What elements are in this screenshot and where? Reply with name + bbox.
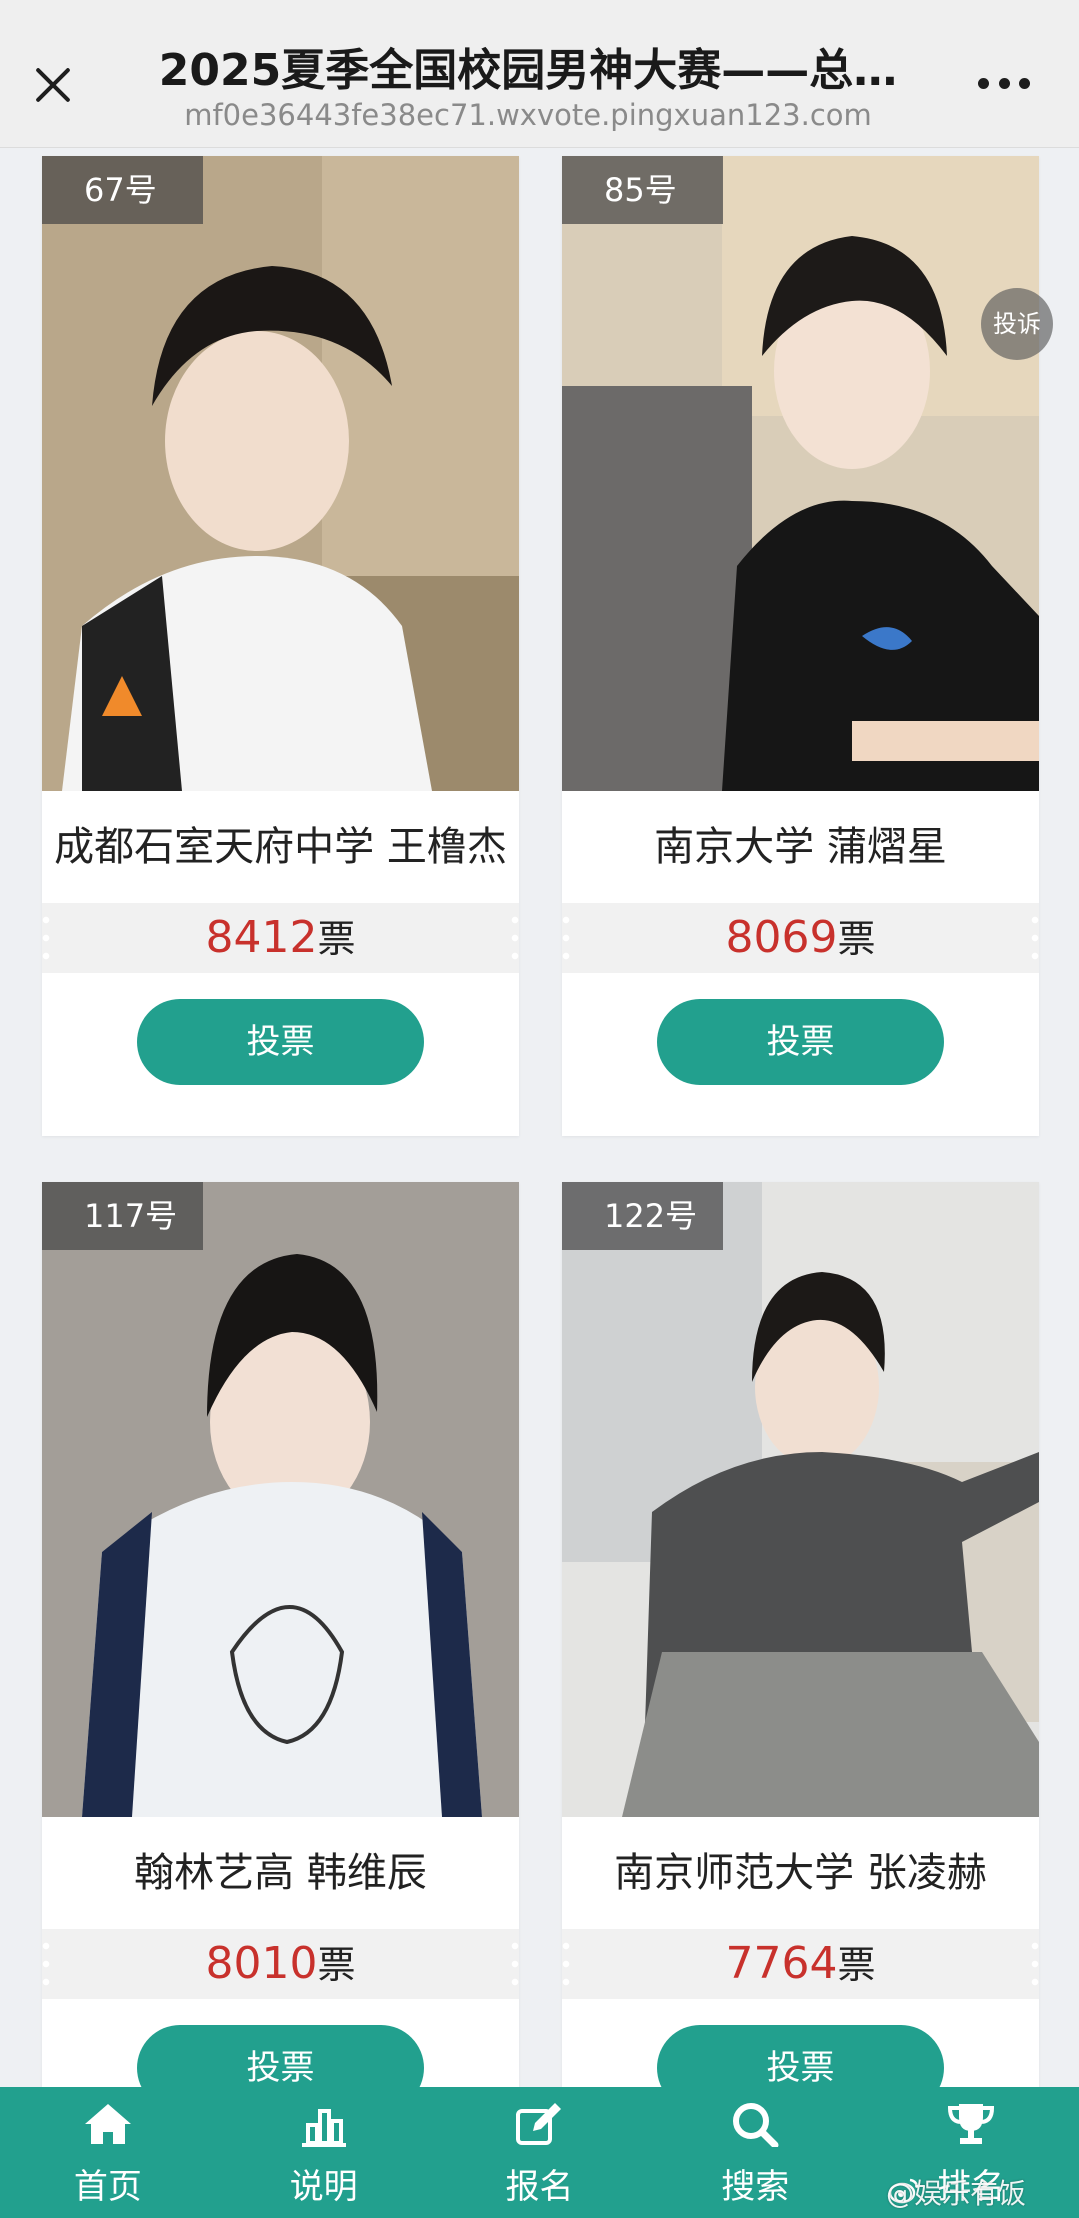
nav-item-register[interactable]: 报名 (432, 2087, 648, 2218)
contestant-number: 122号 (562, 1182, 723, 1250)
watermark: @娱乐有饭 (886, 2177, 1027, 2210)
contestant-number: 67号 (42, 156, 203, 224)
contestant-photo[interactable] (42, 1182, 519, 1817)
vote-count: 8010 (205, 1938, 318, 1989)
vote-count: 7764 (725, 1938, 838, 1989)
vote-unit: 票 (837, 1943, 876, 1987)
vote-unit: 票 (837, 917, 876, 961)
contestant-card[interactable]: 85号 投诉 南京大学 蒲熠星 8069票 投票 (562, 156, 1053, 1136)
contestant-number: 85号 (562, 156, 723, 224)
nav-label: 报名 (505, 2167, 574, 2207)
vote-count: 8412 (205, 912, 318, 963)
vote-count-row: 8010票 (42, 1929, 519, 1999)
close-icon[interactable] (26, 58, 80, 112)
page-title: 2025夏季全国校园男神大赛——总… (158, 45, 898, 96)
trophy-icon (948, 2104, 995, 2144)
contestant-name: 成都石室天府中学 王橹杰 (54, 824, 507, 870)
nav-item-search[interactable]: 搜索 (647, 2087, 863, 2218)
contestant-card[interactable]: 122号 南京师范大学 张凌赫 7764票 投票 (562, 1182, 1039, 2111)
contestant-name: 南京大学 蒲熠星 (654, 824, 947, 870)
nav-item-home[interactable]: 首页 (0, 2087, 216, 2218)
nav-label: 搜索 (721, 2167, 790, 2207)
contestant-photo[interactable] (562, 1182, 1039, 1817)
contestant-name: 南京师范大学 张凌赫 (614, 1850, 987, 1896)
contestant-card[interactable]: 67号 成都石室天府中学 王橹杰 8412票 投票 (42, 156, 519, 1136)
vote-unit: 票 (317, 917, 356, 961)
vote-button[interactable]: 投票 (137, 999, 424, 1085)
edit-icon (516, 2103, 562, 2145)
complain-button[interactable]: 投诉 (981, 288, 1053, 360)
search-icon (733, 2103, 779, 2147)
nav-label: 说明 (289, 2167, 358, 2207)
page-url: mf0e36443fe38ec71.wxvote.pingxuan123.com (184, 98, 872, 132)
nav-label: 首页 (73, 2167, 142, 2207)
vote-button[interactable]: 投票 (657, 999, 944, 1085)
more-options-icon[interactable] (978, 76, 1030, 90)
nav-item-instructions[interactable]: 说明 (216, 2087, 432, 2218)
contestant-number: 117号 (42, 1182, 203, 1250)
vote-count: 8069 (725, 912, 838, 963)
home-icon (84, 2104, 131, 2144)
contestant-name: 翰林艺高 韩维辰 (134, 1850, 427, 1896)
vote-unit: 票 (317, 1943, 356, 1987)
vote-count-row: 8412票 (42, 903, 519, 973)
top-bar: 2025夏季全国校园男神大赛——总… mf0e36443fe38ec71.wxv… (0, 0, 1079, 148)
bar-chart-icon (301, 2109, 346, 2147)
contestant-photo[interactable] (42, 156, 519, 791)
contestant-card[interactable]: 117号 翰林艺高 韩维辰 8010票 投票 (42, 1182, 519, 2111)
contestant-photo[interactable] (562, 156, 1039, 791)
vote-count-row: 7764票 (562, 1929, 1039, 1999)
vote-count-row: 8069票 (562, 903, 1039, 973)
